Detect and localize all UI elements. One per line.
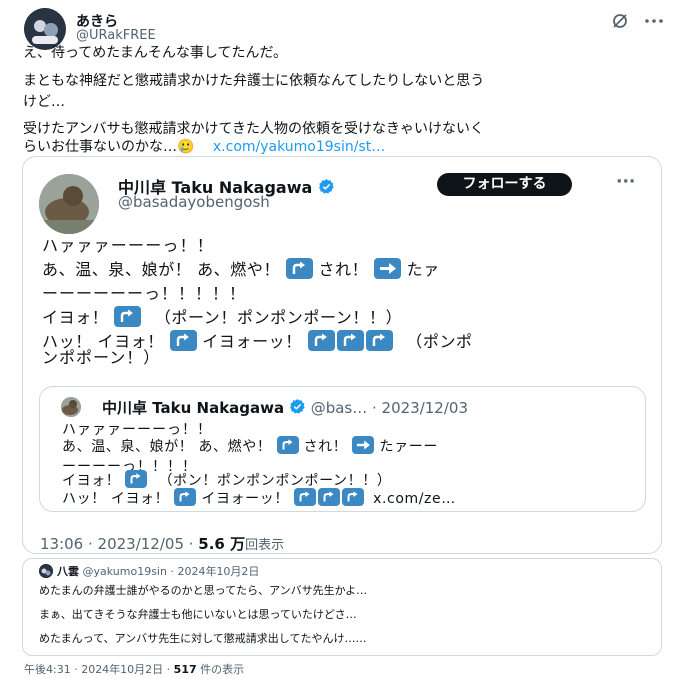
quoted-line-part: （ポーン！ポンポンポーン！！） <box>154 308 403 327</box>
quoted-more-icon[interactable]: ··· <box>616 172 635 192</box>
inner-line: あ、温、泉、娘が！ あ、燃や！ され！ たァーー <box>62 436 438 456</box>
inner-line: ハッ！ イヨォ！ イヨォーッ！ x.com/ze… <box>62 488 456 508</box>
up-arrow-keycap-icon <box>169 330 197 351</box>
quoted-line: イヨォ！ （ポーン！ポンポンポーン！！） <box>42 304 402 328</box>
reply-line: めたまんって、アンバサ先生に対して懲戒請求出してたやんけ…… <box>39 632 367 645</box>
quoted-line: ーーーーーーっ！！！！！ <box>42 284 247 303</box>
tweet-link[interactable]: x.com/yakumo19sin/st… <box>213 139 385 155</box>
inner-line-part: ハッ！ イヨォ！ <box>62 491 170 507</box>
quoted-views-label: 回表示 <box>245 538 285 553</box>
up-arrow-keycap-icon <box>125 470 148 488</box>
quoted-line: あ、温、泉、娘が！ あ、燃や！ され！ たァ <box>42 256 440 280</box>
up-arrow-keycap-icon <box>336 330 364 351</box>
quoted-line: ハァァァーーーっ！！ <box>42 236 215 255</box>
footer-time-date[interactable]: 午後4:31 · 2024年10月2日 · <box>24 663 174 676</box>
tweet-line: まともな神経だと懲戒請求かけた弁護士に依頼なんてしたりしないと思う <box>23 73 485 89</box>
follow-button[interactable]: フォローする <box>437 173 572 196</box>
footer-meta: 午後4:31 · 2024年10月2日 · 517 件の表示 <box>24 661 244 677</box>
quoted-line: ンポポーン！） <box>42 348 161 367</box>
verified-badge-icon <box>318 179 334 194</box>
inner-link[interactable]: x.com/ze… <box>373 491 456 507</box>
up-arrow-keycap-icon <box>342 488 365 506</box>
reply-line: めたまんの弁護士誰がやるのかと思ってたら、アンバサ先生かよ… <box>39 584 368 597</box>
more-icon[interactable] <box>643 12 665 30</box>
inner-line-part: （ポン！ポンポンポンポーン！！） <box>158 473 392 489</box>
reply-avatar[interactable] <box>39 564 53 578</box>
tweet-line: けど… <box>23 94 65 110</box>
inner-line-part: イヨォーッ！ <box>201 491 289 507</box>
inner-line-part: され！ <box>303 439 348 455</box>
footer-views-label: 件の表示 <box>196 663 245 676</box>
inner-author-line: 中川卓 Taku Nakagawa @bas… · 2023/12/03 <box>102 397 468 418</box>
quoted-time-date[interactable]: 13:06 · 2023/12/05 · <box>40 535 198 553</box>
quoted-views-count: 5.6 万 <box>198 535 246 553</box>
quoted-line-part: （ポンポ <box>406 332 473 351</box>
inner-author-name[interactable]: 中川卓 Taku Nakagawa <box>102 399 284 417</box>
up-arrow-keycap-icon <box>114 306 142 327</box>
right-arrow-keycap-icon <box>373 258 401 279</box>
verified-badge-icon <box>289 399 305 414</box>
right-arrow-keycap-icon <box>352 436 375 454</box>
up-arrow-keycap-icon <box>307 330 335 351</box>
inner-line-part: あ、温、泉、娘が！ あ、燃や！ <box>62 439 272 455</box>
up-arrow-keycap-icon <box>294 488 317 506</box>
inner-line-part: たァーー <box>379 439 438 455</box>
tweet-line: 受けたアンバサも懲戒請求かけてきた人物の依頼を受けなきゃいけないく <box>23 121 485 137</box>
reply-author-name[interactable]: 八雲 <box>57 565 79 578</box>
tweet-line: らいお仕事ないのかな… <box>23 139 177 155</box>
up-arrow-keycap-icon <box>285 258 313 279</box>
reply-handle-date[interactable]: @yakumo19sin · 2024年10月2日 <box>83 565 260 578</box>
quoted-timestamp-line: 13:06 · 2023/12/05 · 5.6 万回表示 <box>40 533 284 554</box>
quoted-author-handle[interactable]: @basadayobengosh <box>118 193 270 211</box>
tweet-line-last: らいお仕事ないのかな…🥲 x.com/yakumo19sin/st… <box>23 136 385 156</box>
quoted-line-part: あ、温、泉、娘が！ あ、燃や！ <box>42 260 281 279</box>
grok-icon[interactable] <box>611 12 629 30</box>
up-arrow-keycap-icon <box>276 436 299 454</box>
up-arrow-keycap-icon <box>174 488 197 506</box>
up-arrow-keycap-icon <box>318 488 341 506</box>
inner-handle-date[interactable]: @bas… · 2023/12/03 <box>311 399 468 417</box>
quoted-line-part: イヨォ！ <box>42 308 109 327</box>
inner-line-part: イヨォ！ <box>62 473 121 489</box>
tweet-emoji: 🥲 <box>177 139 195 155</box>
quoted-avatar[interactable] <box>39 174 99 234</box>
up-arrow-keycap-icon <box>365 330 393 351</box>
inner-line: イヨォ！ （ポン！ポンポンポンポーン！！） <box>62 470 391 490</box>
quoted-line-part: イヨォーッ！ <box>202 332 302 351</box>
author-handle[interactable]: @URakFREE <box>76 28 156 43</box>
quoted-line-part: され！ <box>318 260 369 279</box>
footer-views-count: 517 <box>173 663 197 676</box>
inner-quoted-avatar[interactable] <box>61 397 81 417</box>
reply-author-line: 八雲 @yakumo19sin · 2024年10月2日 <box>57 563 259 579</box>
quoted-line-part: たァ <box>406 260 440 279</box>
reply-line: まぁ、出てきそうな弁護士も他にいないとは思っていたけどさ… <box>39 608 357 621</box>
tweet-line: え、待ってめたまんそんな事してたんだ。 <box>23 45 288 61</box>
